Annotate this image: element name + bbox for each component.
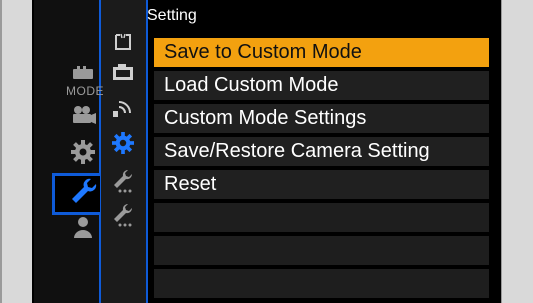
wrench-dots-icon — [112, 203, 134, 232]
gear-icon — [71, 139, 95, 169]
menu-item-empty — [154, 203, 489, 232]
tab-mode[interactable] — [66, 64, 100, 84]
settings-menu: Save to Custom Mode Load Custom Mode Cus… — [154, 38, 489, 302]
mode-icon — [71, 65, 95, 84]
custom-bracket-icon — [114, 33, 132, 56]
menu-item-empty — [154, 269, 489, 298]
screen-frame-left — [0, 0, 2, 303]
menu-item-empty — [154, 236, 489, 265]
wrench-dots-icon — [112, 169, 134, 198]
menu-item-save-to-custom-mode[interactable]: Save to Custom Mode — [154, 38, 489, 67]
subtab-wrench-2[interactable] — [108, 203, 138, 232]
person-icon — [72, 216, 94, 243]
video-camera-icon — [70, 105, 96, 130]
menu-item-reset[interactable]: Reset — [154, 170, 489, 199]
page-title: Setting — [147, 7, 197, 24]
menu-item-save-restore-camera-setting[interactable]: Save/Restore Camera Setting — [154, 137, 489, 166]
card-icon — [113, 63, 133, 85]
mode-label: MODE — [66, 84, 104, 98]
subtab-card[interactable] — [108, 62, 138, 86]
wrench-icon — [69, 177, 97, 212]
subtab-signal[interactable] — [108, 98, 138, 122]
menu-divider — [146, 0, 148, 303]
subtab-wrench-1[interactable] — [108, 169, 138, 198]
signal-icon — [113, 99, 133, 122]
subtab-custom[interactable] — [108, 32, 138, 56]
tab-settings[interactable] — [66, 139, 100, 169]
menu-item-custom-mode-settings[interactable]: Custom Mode Settings — [154, 104, 489, 133]
tab-setup[interactable] — [66, 176, 100, 212]
gear-icon-active — [112, 131, 134, 159]
menu-item-load-custom-mode[interactable]: Load Custom Mode — [154, 71, 489, 100]
subtab-gear[interactable] — [108, 131, 138, 159]
tab-my-menu[interactable] — [66, 216, 100, 242]
tab-video[interactable] — [66, 104, 100, 130]
